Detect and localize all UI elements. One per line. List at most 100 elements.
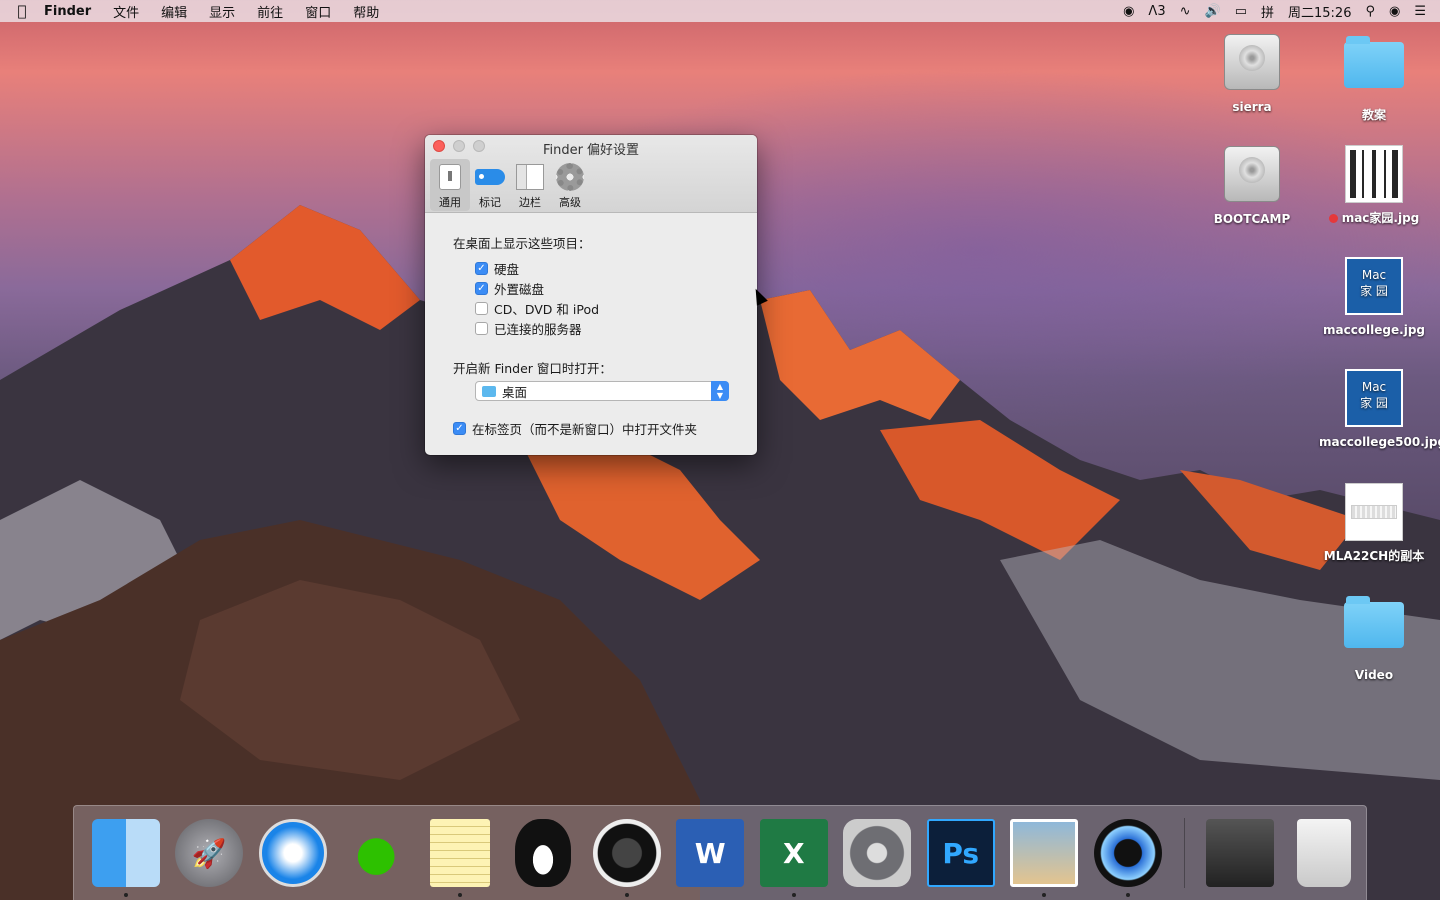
keyboard-image-icon (1344, 483, 1404, 543)
wechat-icon: ● (355, 825, 398, 881)
folder-icon (482, 385, 496, 397)
checkbox-label: 外置磁盘 (494, 281, 545, 297)
wifi-icon[interactable]: ∿ (1180, 4, 1191, 19)
dock-item-wechat[interactable]: ● (335, 808, 419, 898)
menu-window[interactable]: 窗口 (294, 2, 342, 21)
window-toolbar: Finder 偏好设置 通用 标记 边栏 高级 (425, 135, 757, 213)
desktop-icon-mla22ch[interactable]: MLA22CH的副本 (1319, 482, 1429, 564)
menu-file[interactable]: 文件 (102, 2, 150, 21)
downloads-stack-icon (1206, 819, 1275, 887)
checkbox-hard-disks[interactable]: ✓ 硬盘 (453, 258, 729, 278)
gear-icon (555, 162, 585, 192)
word-icon: W (676, 819, 745, 887)
logo-line-2: 家 园 (1360, 396, 1388, 410)
clock[interactable]: 周二15:26 (1288, 2, 1351, 21)
tab-sidebar[interactable]: 边栏 (510, 159, 550, 209)
desktop-icon-mac-jiayuan[interactable]: mac家园.jpg (1319, 144, 1429, 226)
tab-general[interactable]: 通用 (430, 159, 470, 211)
dock-item-excel[interactable]: X (752, 808, 836, 898)
dock-separator (1183, 818, 1185, 888)
adobe-count: 3 (1157, 3, 1166, 19)
dock-item-quicktime[interactable] (1086, 808, 1170, 898)
tab-label: 通用 (439, 196, 461, 209)
logo-line-1: Mac (1361, 268, 1387, 282)
checkbox-label: 硬盘 (494, 261, 520, 277)
dock-item-notes[interactable] (418, 808, 502, 898)
menu-app-name[interactable]: Finder (44, 4, 102, 19)
input-method-icon[interactable]: 拼 (1261, 2, 1274, 21)
dock-item-photoshop[interactable]: Ps (919, 808, 1003, 898)
dock-item-launchpad[interactable]: 🚀 (168, 808, 252, 898)
dock-item-finder[interactable] (84, 808, 168, 898)
dock-item-safari[interactable]: ✦ (251, 808, 335, 898)
quicktime-icon (1093, 819, 1162, 887)
desktop-icon-label: Video (1354, 668, 1394, 682)
apple-menu-icon[interactable]:  (0, 2, 44, 20)
battery-icon[interactable]: ▭ (1235, 4, 1247, 19)
dock-item-downloads-stack[interactable] (1199, 808, 1283, 898)
chevron-up-down-icon: ▲ ▼ (711, 381, 729, 401)
dock-item-system-preferences[interactable] (836, 808, 920, 898)
red-tag-icon (1328, 214, 1338, 223)
checkbox-cds-dvds-ipods[interactable]: CD、DVD 和 iPod (453, 298, 729, 318)
adobe-icon: Λ (1148, 3, 1158, 19)
desktop-icon-label: maccollege.jpg (1322, 323, 1426, 337)
dock-item-word[interactable]: W (669, 808, 753, 898)
tab-label: 边栏 (519, 196, 541, 209)
desktop-icon-video[interactable]: Video (1319, 592, 1429, 683)
menu-help[interactable]: 帮助 (342, 2, 390, 21)
volume-icon[interactable]: 🔊 (1205, 4, 1221, 19)
notes-icon (429, 819, 490, 887)
dock: 🚀 ✦ ● W X Ps (73, 805, 1367, 900)
running-indicator (1042, 893, 1047, 897)
desktop-icon-jiaoan[interactable]: 教案 (1319, 32, 1429, 123)
tab-advanced[interactable]: 高级 (550, 159, 590, 209)
tab-label: 高级 (559, 196, 581, 209)
new-window-target-select[interactable]: 桌面 ▲ ▼ (475, 381, 729, 401)
running-indicator (1125, 893, 1130, 897)
desktop-icon-maccollege[interactable]: Mac 家 园 maccollege.jpg (1319, 256, 1429, 338)
general-switch-icon (435, 162, 465, 192)
notification-center-icon[interactable]: ☰ (1414, 4, 1426, 19)
checkbox-connected-servers[interactable]: 已连接的服务器 (453, 318, 729, 338)
sidebar-icon (515, 162, 545, 192)
menu-bar:  Finder 文件 编辑 显示 前往 窗口 帮助 ◉ Λ3 ∿ 🔊 ▭ 拼 … (0, 0, 1440, 22)
desktop-icon-maccollege500[interactable]: Mac 家 园 maccollege500.jpg (1319, 368, 1440, 450)
checkbox-external-disks[interactable]: ✓ 外置磁盘 (453, 278, 729, 298)
mac-jiayuan-logo-image-icon: Mac 家 园 (1344, 369, 1404, 429)
tag-icon (475, 162, 505, 192)
menu-view[interactable]: 显示 (198, 2, 246, 21)
menu-edit[interactable]: 编辑 (150, 2, 198, 21)
new-window-label: 开启新 Finder 窗口时打开： (453, 361, 612, 376)
dock-item-obs[interactable] (585, 808, 669, 898)
folder-icon (1344, 596, 1404, 662)
desktop-items-label: 在桌面上显示这些项目： (453, 236, 591, 251)
checkbox-label: CD、DVD 和 iPod (494, 301, 600, 317)
desktop-icon-bootcamp[interactable]: BOOTCAMP (1197, 144, 1307, 227)
obs-icon (592, 819, 661, 887)
record-icon[interactable]: ◉ (1123, 4, 1134, 19)
trash-icon (1296, 819, 1351, 887)
checkbox-checked-icon[interactable]: ✓ (475, 281, 488, 295)
checkbox-unchecked-icon[interactable] (475, 301, 488, 315)
checkbox-checked-icon[interactable]: ✓ (475, 261, 488, 275)
photoshop-icon: Ps (926, 819, 995, 887)
menu-go[interactable]: 前往 (246, 2, 294, 21)
checkbox-unchecked-icon[interactable] (475, 321, 488, 335)
checkbox-open-in-tabs[interactable]: ✓ 在标签页（而不是新窗口）中打开文件夹 (453, 419, 729, 438)
tab-tags[interactable]: 标记 (470, 159, 510, 209)
dock-item-qq[interactable] (502, 808, 586, 898)
running-indicator (624, 893, 629, 897)
excel-icon: X (759, 819, 828, 887)
status-area: ◉ Λ3 ∿ 🔊 ▭ 拼 周二15:26 ⚲ ◉ ☰ (1123, 2, 1440, 21)
desktop-icon-label: sierra (1232, 100, 1272, 114)
checkbox-checked-icon[interactable]: ✓ (453, 422, 466, 435)
dock-item-preview[interactable] (1003, 808, 1087, 898)
desktop-icon-sierra[interactable]: sierra (1197, 32, 1307, 115)
dock-item-trash[interactable] (1282, 808, 1366, 898)
siri-icon[interactable]: ◉ (1389, 4, 1400, 19)
window-title: Finder 偏好设置 (542, 143, 640, 158)
spotlight-search-icon[interactable]: ⚲ (1365, 4, 1375, 19)
folder-icon (1344, 36, 1404, 102)
adobe-status[interactable]: Λ3 (1148, 4, 1165, 19)
